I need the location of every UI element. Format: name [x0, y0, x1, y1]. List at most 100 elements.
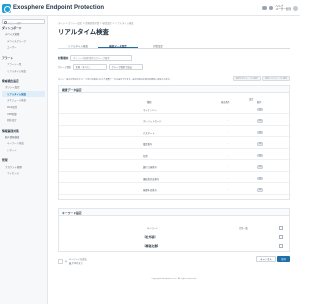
- brand-logo[interactable]: Exosphere Endpoint Protection: [2, 3, 104, 13]
- detect-rule-value: -: [227, 188, 228, 192]
- detect-toggle[interactable]: ON: [257, 107, 263, 112]
- user-menu[interactable]: ヘルプ ユーザー管理: [275, 5, 291, 11]
- keyword-text: 【極秘文書】: [143, 244, 160, 248]
- sidebar-item[interactable]: レポート: [2, 147, 45, 154]
- detect-toggle[interactable]: ON: [257, 188, 263, 192]
- keyword-section-title: キーワード設定: [59, 209, 289, 216]
- policy-search-input[interactable]: ポリシーや検索条件のグループ検索: [70, 55, 133, 61]
- sidebar-item-label: スケジュール検査: [7, 99, 26, 103]
- add-keyword-text: キーワードを追加 最大50件まで: [69, 257, 87, 265]
- help-icon[interactable]: [268, 5, 274, 11]
- sidebar-item-label: ポリシー設定: [5, 86, 20, 90]
- sidebar-item[interactable]: Web保護: [2, 104, 45, 111]
- sidebar-item[interactable]: リアルタイム検査: [2, 90, 45, 98]
- detect-toggle[interactable]: ON: [257, 130, 263, 135]
- col-action: 動作: [257, 101, 262, 104]
- sidebar-item[interactable]: ユーザー: [2, 44, 45, 51]
- cancel-button[interactable]: キャンセル: [256, 256, 276, 262]
- group-select[interactable]: 全体（すべて）: [73, 64, 107, 70]
- notification-icon[interactable]: [262, 5, 267, 11]
- detect-data-section: 検査データ設定 種類 設定 検出条件 動作 マイナンバー - ON クレジットカード -…: [58, 85, 291, 200]
- tab-action[interactable]: 対策設定: [138, 42, 178, 48]
- sidebar-item-label: ユーザー: [7, 46, 17, 50]
- footer-copyright: Copyright Exosphere, Inc. All rights res…: [151, 278, 197, 280]
- table-row: 住所 - ON: [59, 151, 291, 160]
- brand-name: Exosphere Endpoint Protection: [13, 5, 105, 11]
- table-row: 電話番号 - ON: [59, 140, 291, 149]
- detect-toggle[interactable]: ON: [257, 165, 263, 169]
- sidebar-item[interactable]: 個人情報検査: [2, 134, 45, 141]
- sidebar-section-title[interactable]: ダッシュボード: [2, 26, 45, 30]
- detect-type-name: クレジットカード: [143, 120, 162, 124]
- add-keyword-hint: 最大50件まで: [69, 262, 83, 265]
- sidebar-item-label: デバイス管理: [5, 33, 20, 37]
- sidebar-item-label: リアルタイム検査: [7, 92, 27, 96]
- detect-type-name: 住所: [143, 154, 148, 158]
- sidebar-item-label: リアルタイム検査: [7, 69, 27, 73]
- group-filter-value: グループ選択で絞込: [111, 66, 133, 69]
- sidebar-item[interactable]: USB制御: [2, 110, 45, 117]
- detect-type-name: マイナンバー: [143, 108, 157, 112]
- group-toolbar: グループ選択 全体（すべて） グループ選択で絞込: [58, 64, 143, 70]
- sidebar-item-label: ライセンス: [7, 172, 19, 176]
- sidebar-item[interactable]: アカウント管理: [2, 163, 45, 170]
- page-title: リアルタイム検査: [58, 28, 109, 36]
- save-button[interactable]: 保存: [277, 256, 290, 262]
- keyword-checkbox[interactable]: [279, 244, 283, 248]
- apply-selected-group-button[interactable]: 選択したグループに適用: [262, 76, 290, 81]
- table-row: クレジットカード - ON: [59, 117, 291, 126]
- form-actions: キャンセル 保存: [256, 256, 290, 262]
- table-row: パスポート - ON: [59, 128, 291, 137]
- sidebar-item[interactable]: ポリシー設定: [2, 84, 45, 91]
- sidebar-section-title[interactable]: 情報漏洩対策: [2, 129, 45, 133]
- sidebar-item[interactable]: キーワード検査: [2, 140, 45, 147]
- sidebar-item[interactable]: デバイスグループ: [2, 38, 45, 45]
- avatar[interactable]: [293, 5, 298, 11]
- sidebar-item[interactable]: アラート一覧: [2, 61, 45, 68]
- group-label: グループ選択: [58, 66, 71, 69]
- sidebar-item-label: アラート一覧: [7, 63, 22, 67]
- sidebar-item[interactable]: スケジュール検査: [2, 97, 45, 104]
- detect-toggle[interactable]: ON: [257, 119, 263, 123]
- sidebar-search-input[interactable]: メニュー検索: [2, 19, 45, 25]
- sidebar-item[interactable]: ライセンス: [2, 170, 45, 177]
- sidebar-item[interactable]: 例外設定: [2, 117, 45, 124]
- sidebar-item-label: レポート: [7, 149, 17, 153]
- group-filter-select[interactable]: グループ選択で絞込: [109, 64, 143, 70]
- col-setting: 設定: [249, 98, 254, 101]
- sidebar-item-label: デバイスグループ: [7, 39, 26, 43]
- sidebar: メニュー検索 ダッシュボード デバイス管理デバイスグループ ユーザーアラートアラート…: [0, 16, 48, 304]
- detect-rule-value: -: [227, 130, 228, 134]
- keyword-checkbox[interactable]: [279, 235, 283, 239]
- keyword-text: 【社外秘】: [143, 235, 157, 239]
- table-row: 運転免許証番号 - ON: [59, 174, 291, 183]
- keyword-header-check-row: [59, 224, 291, 232]
- tab-realtime[interactable]: リアルタイム検査: [58, 42, 98, 48]
- user-sub: ユーザー管理: [275, 8, 291, 11]
- add-keyword-checkbox[interactable]: [58, 258, 63, 264]
- detect-rule-value: -: [227, 107, 228, 111]
- note-actions: 選択中のグループに適用 選択したグループに適用: [232, 76, 290, 81]
- apply-current-group-button[interactable]: 選択中のグループに適用: [232, 76, 261, 81]
- sidebar-section-title[interactable]: アラート: [2, 56, 45, 60]
- detect-toggle[interactable]: ON: [257, 153, 263, 158]
- table-row: 基礎年金番号 - ON: [59, 186, 291, 195]
- sidebar-item[interactable]: デバイス管理: [2, 31, 45, 38]
- keyword-row: 【極秘文書】: [59, 242, 291, 250]
- sidebar-section-title[interactable]: 脅威検出設定: [2, 79, 45, 83]
- header-user-area: ヘルプ ユーザー管理: [262, 2, 298, 14]
- sidebar-section-title[interactable]: 管理: [2, 158, 45, 162]
- select-all-checkbox[interactable]: [279, 226, 283, 230]
- plus-icon[interactable]: ＋: [65, 259, 68, 263]
- detect-rule-value: -: [227, 165, 228, 169]
- sidebar-item[interactable]: リアルタイム検査: [2, 67, 45, 74]
- group-select-value: 全体（すべて）: [75, 66, 92, 69]
- detect-type-name: 銀行口座番号: [143, 166, 157, 170]
- detect-toggle[interactable]: ON: [257, 142, 263, 146]
- tab-detect-data[interactable]: 検査データ設定: [98, 42, 138, 48]
- breadcrumb: ホーム > ポリシー設定 > 情報漏洩対策 > 検査設定 > リアルタイム検査: [58, 22, 134, 25]
- sidebar-item-label: Web保護: [7, 106, 17, 110]
- detect-toggle[interactable]: ON: [257, 176, 263, 181]
- detect-type-name: 電話番号: [143, 143, 153, 147]
- sidebar-item-label: 個人情報検査: [5, 135, 20, 139]
